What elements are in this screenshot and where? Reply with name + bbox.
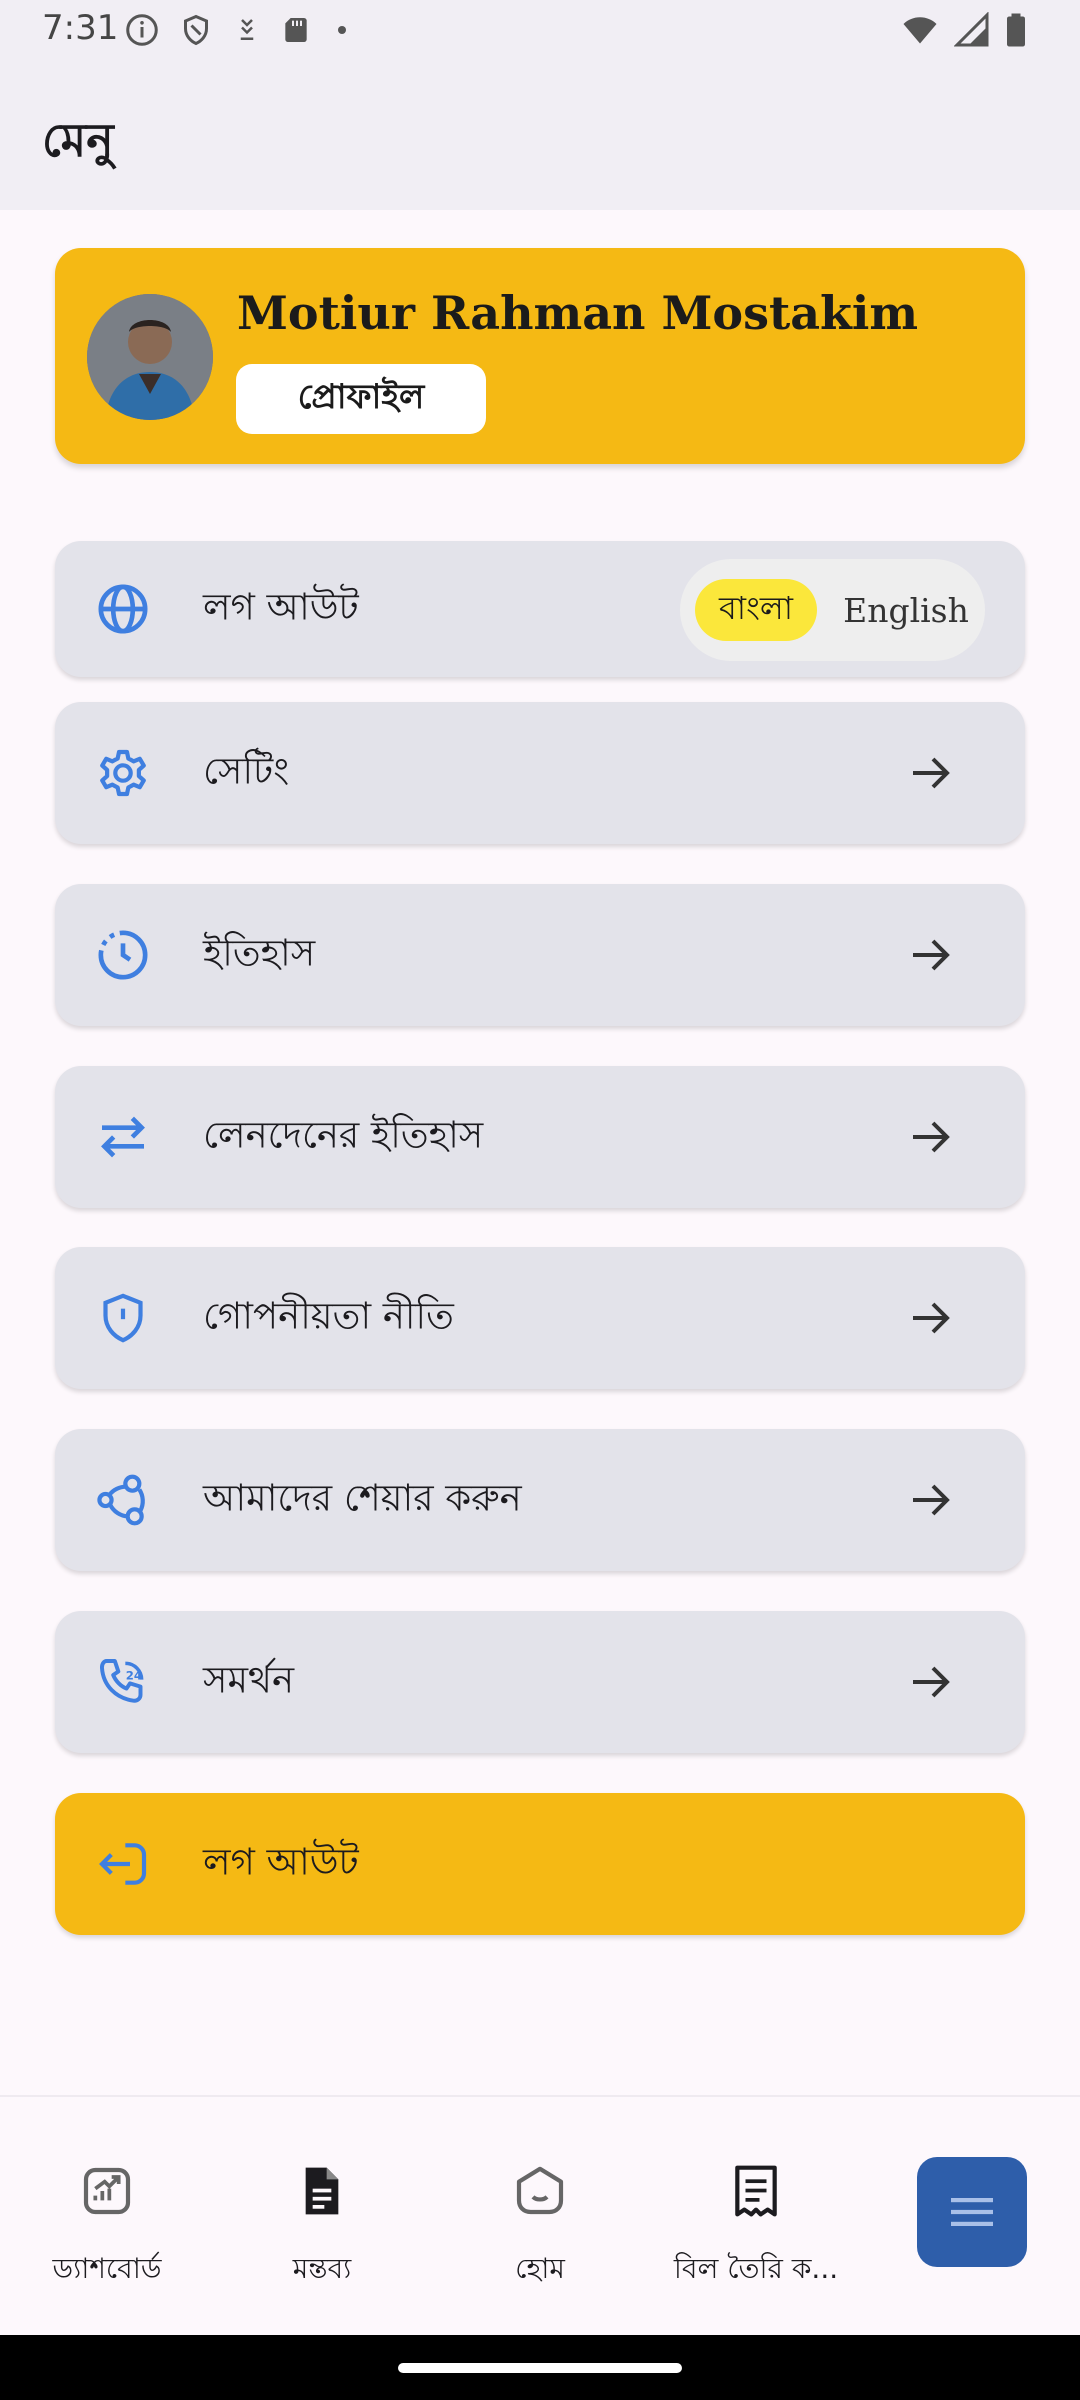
menu-item-share[interactable]: আমাদের শেয়ার করুন: [55, 1429, 1025, 1571]
menu-item-label: সমর্থন: [203, 1658, 295, 1702]
system-navigation-bar: [0, 2335, 1080, 2400]
language-option-english[interactable]: English: [836, 579, 976, 641]
status-bar: 7:31: [0, 0, 1080, 64]
menu-icon: [951, 2198, 993, 2226]
arrow-right-icon: [913, 1484, 950, 1516]
nav-label: হোম: [515, 2252, 565, 2285]
home-icon: [516, 2166, 564, 2215]
menu-item-language: লগ আউট বাংলা English: [55, 541, 1025, 677]
share-icon: [97, 1474, 145, 1526]
battery-icon: [1007, 13, 1025, 47]
profile-name: Motiur Rahman Mostakim: [237, 286, 919, 340]
menu-item-privacy-policy[interactable]: গোপনীয়তা নীতি: [55, 1247, 1025, 1389]
menu-item-settings[interactable]: সেটিং: [55, 702, 1025, 844]
shield-icon: [184, 14, 208, 46]
language-option-bangla[interactable]: বাংলা: [695, 579, 817, 641]
info-icon: [126, 14, 158, 46]
nav-item-create-bill[interactable]: বিল তৈরি ক...: [656, 2097, 856, 2337]
gear-icon: [100, 749, 146, 797]
download-icon: [240, 19, 254, 40]
arrow-right-icon: [913, 1121, 950, 1153]
globe-icon: [98, 584, 148, 634]
logout-label: লগ আউট: [203, 1840, 359, 1884]
profile-button[interactable]: প্রোফাইল: [236, 364, 486, 434]
dot-icon: [338, 26, 346, 34]
arrow-right-icon: [913, 939, 950, 971]
home-gesture-handle[interactable]: [398, 2363, 682, 2373]
logout-icon: [99, 1843, 147, 1885]
nav-label: মন্তব্য: [292, 2252, 352, 2285]
profile-card: Motiur Rahman Mostakim প্রোফাইল: [55, 248, 1025, 464]
language-row-label: লগ আউট: [203, 585, 359, 629]
arrow-right-icon: [913, 1666, 950, 1698]
svg-text:24: 24: [126, 1669, 142, 1683]
wifi-icon: [903, 17, 937, 44]
arrow-right-icon: [913, 1302, 950, 1334]
menu-item-history[interactable]: ইতিহাস: [55, 884, 1025, 1026]
arrow-right-icon: [913, 757, 950, 789]
document-icon: [305, 2167, 339, 2215]
dashboard-icon: [83, 2167, 131, 2215]
privacy-shield-icon: [103, 1293, 143, 1343]
history-icon: [98, 930, 148, 980]
page-title: মেনু: [42, 113, 114, 167]
bottom-navigation: ড্যাশবোর্ড মন্তব্য হোম বিল তৈরি ক...: [0, 2095, 1080, 2335]
status-time: 7:31: [42, 8, 119, 48]
menu-item-label: আমাদের শেয়ার করুন: [203, 1476, 522, 1520]
menu-item-transaction-history[interactable]: লেনদেনের ইতিহাস: [55, 1066, 1025, 1208]
menu-item-label: লেনদেনের ইতিহাস: [203, 1113, 484, 1157]
swap-arrows-icon: [101, 1116, 145, 1158]
nav-label: বিল তৈরি ক...: [673, 2252, 839, 2285]
nav-item-dashboard[interactable]: ড্যাশবোর্ড: [7, 2097, 207, 2337]
menu-item-label: গোপনীয়তা নীতি: [203, 1294, 454, 1338]
menu-item-label: সেটিং: [203, 749, 290, 793]
nav-item-comments[interactable]: মন্তব্য: [222, 2097, 422, 2337]
menu-item-label: ইতিহাস: [203, 931, 316, 975]
signal-icon: [954, 12, 989, 47]
avatar[interactable]: [87, 294, 213, 420]
sd-card-icon: [285, 18, 307, 42]
menu-fab-button[interactable]: [917, 2157, 1027, 2267]
app-bar: মেনু: [0, 64, 1080, 210]
nav-item-home[interactable]: হোম: [440, 2097, 640, 2337]
menu-item-support[interactable]: 24 সমর্থন: [55, 1611, 1025, 1753]
bill-icon: [735, 2165, 777, 2217]
language-toggle[interactable]: বাংলা English: [680, 559, 985, 661]
support-phone-icon: 24: [100, 1659, 144, 1703]
logout-button[interactable]: লগ আউট: [55, 1793, 1025, 1935]
nav-label: ড্যাশবোর্ড: [52, 2252, 162, 2285]
